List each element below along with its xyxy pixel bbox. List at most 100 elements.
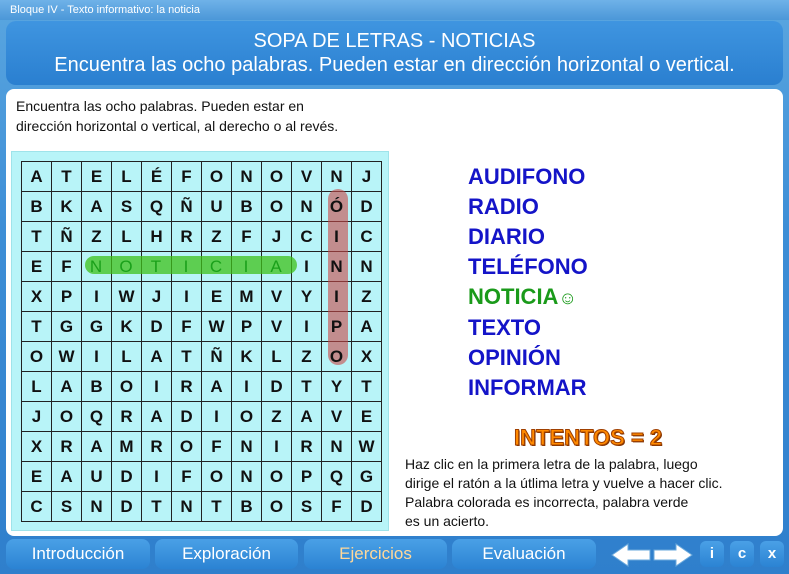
back-arrow-icon[interactable] (611, 543, 651, 567)
close-button[interactable]: x (760, 541, 784, 567)
grid-cell[interactable]: G (81, 311, 112, 342)
grid-cell[interactable]: E (21, 461, 52, 492)
grid-cell[interactable]: A (351, 311, 382, 342)
nav-intro-button[interactable]: Introducción (6, 539, 150, 569)
forward-arrow-icon[interactable] (653, 543, 693, 567)
info-button[interactable]: i (700, 541, 724, 567)
grid-cell[interactable]: D (351, 191, 382, 222)
grid-cell[interactable]: V (261, 311, 292, 342)
grid-cell[interactable]: A (291, 401, 322, 432)
grid-cell[interactable]: G (351, 461, 382, 492)
grid-cell[interactable]: L (261, 341, 292, 372)
grid-cell[interactable]: K (111, 311, 142, 342)
grid-cell[interactable]: B (21, 191, 52, 222)
grid-cell[interactable]: D (141, 311, 172, 342)
grid-cell[interactable]: T (21, 311, 52, 342)
grid-cell[interactable]: M (111, 431, 142, 462)
grid-cell[interactable]: C (291, 221, 322, 252)
grid-cell[interactable]: X (351, 341, 382, 372)
grid-cell[interactable]: R (291, 431, 322, 462)
grid-cell[interactable]: E (21, 251, 52, 282)
grid-cell[interactable]: A (21, 161, 52, 192)
nav-exercises-button[interactable]: Ejercicios (304, 539, 447, 569)
grid-cell[interactable]: N (291, 191, 322, 222)
grid-cell[interactable]: N (231, 161, 262, 192)
grid-cell[interactable]: C (351, 221, 382, 252)
grid-cell[interactable]: F (321, 491, 352, 522)
grid-cell[interactable]: Y (321, 371, 352, 402)
grid-cell[interactable]: O (21, 341, 52, 372)
grid-cell[interactable]: N (81, 251, 112, 282)
grid-cell[interactable]: I (261, 431, 292, 462)
grid-cell[interactable]: M (231, 281, 262, 312)
grid-cell[interactable]: O (51, 401, 82, 432)
grid-cell[interactable]: Ñ (201, 341, 232, 372)
nav-evaluation-button[interactable]: Evaluación (452, 539, 596, 569)
grid-cell[interactable]: J (141, 281, 172, 312)
grid-cell[interactable]: W (351, 431, 382, 462)
grid-cell[interactable]: L (21, 371, 52, 402)
grid-cell[interactable]: Z (291, 341, 322, 372)
grid-cell[interactable]: T (201, 491, 232, 522)
grid-cell[interactable]: Ñ (171, 191, 202, 222)
grid-cell[interactable]: X (21, 431, 52, 462)
grid-cell[interactable]: K (231, 341, 262, 372)
grid-cell[interactable]: A (141, 401, 172, 432)
grid-cell[interactable]: K (51, 191, 82, 222)
grid-cell[interactable]: L (111, 341, 142, 372)
grid-cell[interactable]: E (201, 281, 232, 312)
grid-cell[interactable]: J (21, 401, 52, 432)
grid-cell[interactable]: O (261, 161, 292, 192)
grid-cell[interactable]: B (81, 371, 112, 402)
grid-cell[interactable]: N (171, 491, 202, 522)
grid-cell[interactable]: I (291, 251, 322, 282)
grid-cell[interactable]: V (261, 281, 292, 312)
grid-cell[interactable]: A (201, 371, 232, 402)
grid-cell[interactable]: F (51, 251, 82, 282)
grid-cell[interactable]: A (51, 371, 82, 402)
grid-cell[interactable]: B (231, 491, 262, 522)
grid-cell[interactable]: Z (261, 401, 292, 432)
grid-cell[interactable]: Y (291, 281, 322, 312)
grid-cell[interactable]: O (261, 491, 292, 522)
grid-cell[interactable]: W (111, 281, 142, 312)
grid-cell[interactable]: I (321, 281, 352, 312)
grid-cell[interactable]: D (111, 491, 142, 522)
grid-cell[interactable]: G (51, 311, 82, 342)
grid-cell[interactable]: T (51, 161, 82, 192)
grid-cell[interactable]: E (81, 161, 112, 192)
grid-cell[interactable]: Q (141, 191, 172, 222)
grid-cell[interactable]: Z (351, 281, 382, 312)
grid-cell[interactable]: R (51, 431, 82, 462)
grid-cell[interactable]: D (261, 371, 292, 402)
grid-cell[interactable]: I (231, 371, 262, 402)
grid-cell[interactable]: T (141, 491, 172, 522)
grid-cell[interactable]: B (231, 191, 262, 222)
grid-cell[interactable]: S (51, 491, 82, 522)
grid-cell[interactable]: I (201, 401, 232, 432)
grid-cell[interactable]: J (261, 221, 292, 252)
grid-cell[interactable]: F (201, 431, 232, 462)
grid-cell[interactable]: R (171, 221, 202, 252)
grid-cell[interactable]: I (171, 281, 202, 312)
grid-cell[interactable]: O (261, 191, 292, 222)
grid-cell[interactable]: S (291, 491, 322, 522)
grid-cell[interactable]: É (141, 161, 172, 192)
grid-cell[interactable]: P (51, 281, 82, 312)
grid-cell[interactable]: A (261, 251, 292, 282)
grid-cell[interactable]: L (111, 221, 142, 252)
grid-cell[interactable]: I (291, 311, 322, 342)
grid-cell[interactable]: O (201, 461, 232, 492)
grid-cell[interactable]: A (81, 431, 112, 462)
grid-cell[interactable]: R (111, 401, 142, 432)
grid-cell[interactable]: I (81, 341, 112, 372)
grid-cell[interactable]: R (171, 371, 202, 402)
grid-cell[interactable]: T (351, 371, 382, 402)
grid-cell[interactable]: Ñ (51, 221, 82, 252)
grid-cell[interactable]: T (141, 251, 172, 282)
grid-cell[interactable]: X (21, 281, 52, 312)
grid-cell[interactable]: L (111, 161, 142, 192)
grid-cell[interactable]: T (291, 371, 322, 402)
grid-cell[interactable]: O (111, 251, 142, 282)
nav-explore-button[interactable]: Exploración (155, 539, 298, 569)
